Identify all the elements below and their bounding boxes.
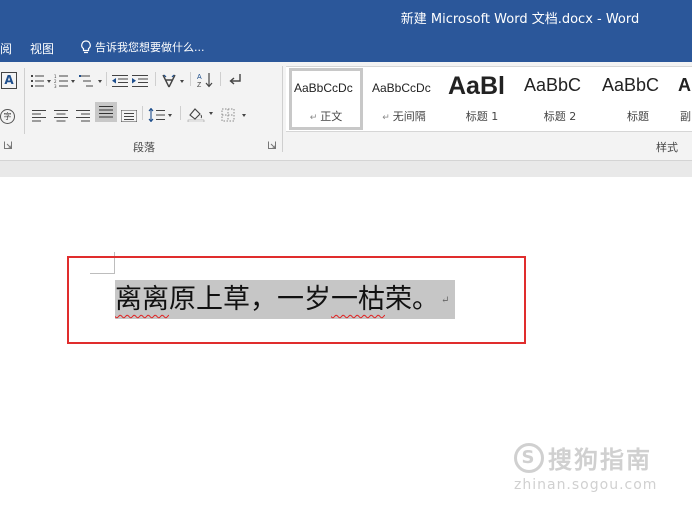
bullets-button[interactable] [30,71,52,91]
bullets-icon [31,75,51,87]
align-right-icon [76,110,90,122]
chinese-layout-button[interactable] [162,71,186,91]
paragraph-group-label: 段落 [133,141,155,154]
style-name: 正文 [320,110,343,123]
justify-icon [99,106,113,118]
style-sample: AaBbCcDc [294,81,353,95]
style-name: 标题 1 [465,110,499,123]
multilevel-list-icon [79,75,102,87]
character-border-button[interactable]: A [1,70,17,90]
ribbon-tabs: 阅 视图 告诉我您想要做什么... [0,34,692,62]
a-box-icon: A [1,71,17,89]
tab-review[interactable]: 阅 [0,40,12,57]
watermark: S 搜狗指南 zhinan.sogou.com [514,440,657,493]
align-right-button[interactable] [76,106,90,126]
separator [190,72,191,86]
paragraph-dialog-launcher[interactable] [268,139,276,152]
sort-icon: A Z [197,73,213,88]
numbering-button[interactable]: 1 2 3 [54,71,76,91]
style-name: 副 [680,110,691,123]
numbering-icon: 1 2 3 [54,74,75,88]
borders-icon [221,108,246,122]
style-name: 标题 [627,110,649,123]
align-center-button[interactable] [54,106,68,126]
increase-indent-icon [132,75,148,87]
sort-button[interactable]: A Z [197,70,213,90]
group-separator [24,68,25,134]
paint-bucket-icon [187,108,213,122]
style-subtitle[interactable]: A 副 [676,67,692,131]
paragraph-mark-icon: ↵ [382,113,390,123]
align-left-icon [32,110,46,122]
style-sample: AaBbC [524,75,582,95]
decrease-indent-button[interactable] [112,71,128,91]
dialog-launcher-icon [268,141,276,149]
show-formatting-button[interactable] [227,70,243,90]
enclose-character-button[interactable]: 字 [0,106,15,126]
ribbon: A 字 1 2 3 A Z 段落 样式 AaBbCcDc ↵ 正文 AaBbCc… [0,62,692,160]
align-left-button[interactable] [32,106,46,126]
line-spacing-button[interactable] [148,105,174,125]
shading-button[interactable] [187,104,217,124]
tell-me-box[interactable]: 告诉我您想要做什么... [80,39,205,55]
style-sample: A [678,75,691,95]
svg-text:Z: Z [197,82,202,88]
borders-button[interactable] [221,105,251,125]
style-name: 标题 2 [543,110,577,123]
distributed-button[interactable] [121,106,137,126]
justify-button[interactable] [95,102,117,122]
paragraph-mark-icon [229,74,241,85]
style-sample: AaBbCcDc [372,81,431,95]
group-separator [282,66,283,152]
line-spacing-icon [148,108,172,122]
separator [220,72,221,86]
style-normal[interactable]: AaBbCcDc ↵ 正文 [288,67,364,131]
style-name: 无间隔 [392,110,426,123]
watermark-url: zhinan.sogou.com [514,477,658,493]
font-dialog-launcher[interactable] [4,139,12,152]
chinese-layout-icon [162,74,184,88]
style-sample: AaBl [448,72,505,100]
title-bar: 新建 Microsoft Word 文档.docx - Word [0,0,692,34]
window-title: 新建 Microsoft Word 文档.docx - Word [400,12,640,27]
separator [142,106,143,120]
style-heading-1[interactable]: AaBl 标题 1 [444,67,520,131]
sogou-logo-icon: S [514,442,544,473]
svg-text:A: A [197,74,202,81]
style-title[interactable]: AaBbC 标题 [600,67,676,131]
decrease-indent-icon [112,75,128,87]
increase-indent-button[interactable] [132,71,148,91]
align-center-icon [54,110,68,122]
styles-group-label: 样式 [656,141,678,154]
styles-gallery: AaBbCcDc ↵ 正文 AaBbCcDc ↵ 无间隔 AaBl 标题 1 AaB… [286,66,692,132]
multilevel-list-button[interactable] [79,71,103,91]
tab-view[interactable]: 视图 [30,40,54,57]
svg-text:3: 3 [54,84,57,88]
separator [106,72,107,86]
annotation-highlight-box [67,256,526,344]
lightbulb-icon [81,40,91,54]
style-sample: AaBbC [602,75,660,95]
enclose-character-icon: 字 [0,108,15,124]
tell-me-text: 告诉我您想要做什么... [95,41,205,54]
style-no-spacing[interactable]: AaBbCcDc ↵ 无间隔 [366,67,442,131]
paragraph-mark-icon: ↵ [309,113,318,123]
separator [155,72,156,86]
ruler-strip [0,160,692,178]
style-heading-2[interactable]: AaBbC 标题 2 [522,67,598,131]
separator [180,106,181,120]
dialog-launcher-icon [4,141,12,149]
watermark-title: 搜狗指南 [548,446,652,474]
distributed-icon [121,110,137,122]
